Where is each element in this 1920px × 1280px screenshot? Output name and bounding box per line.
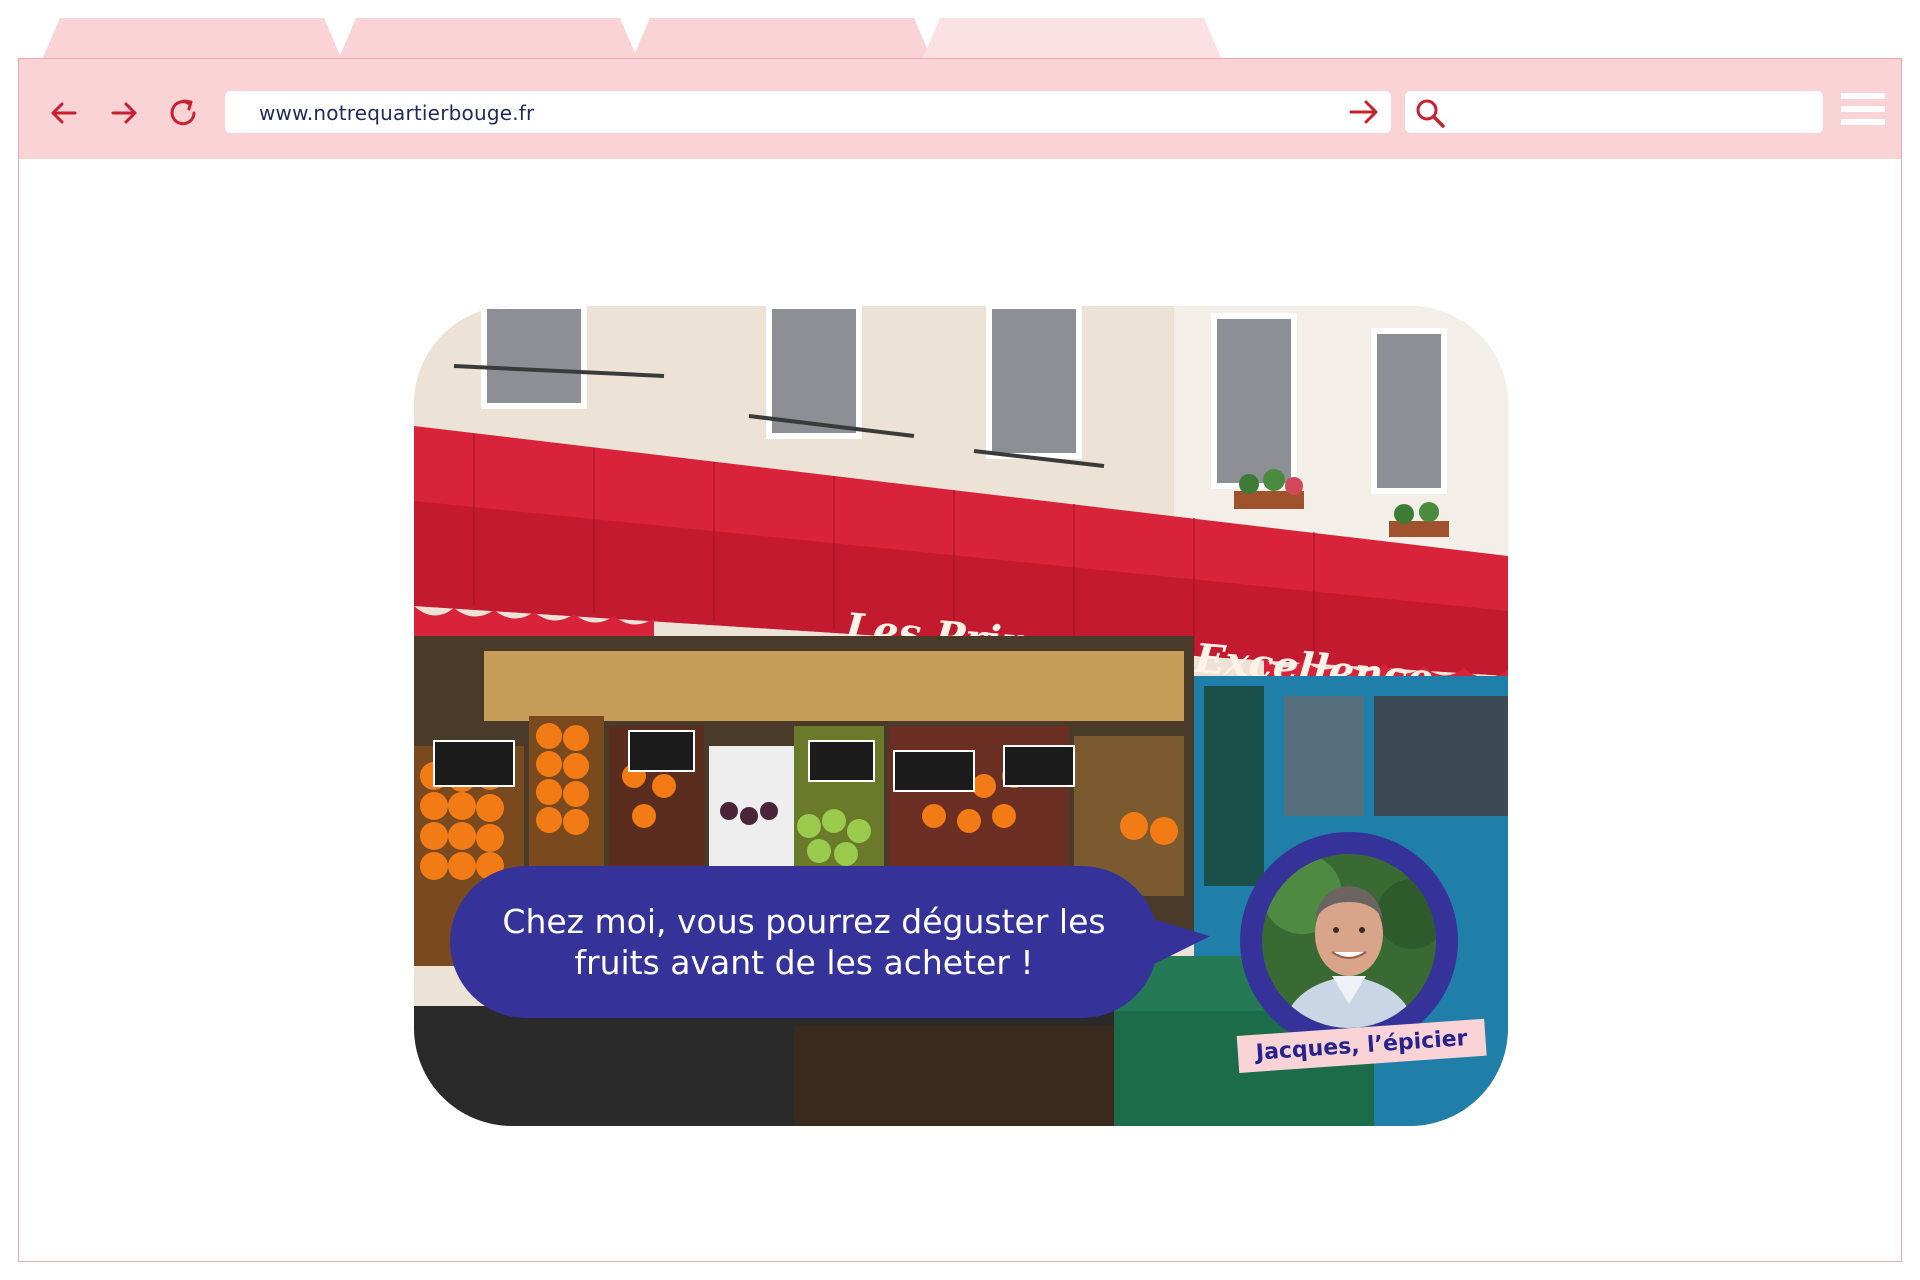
- browser-tab-3[interactable]: [632, 18, 932, 60]
- url-text[interactable]: www.notrequartierbouge.fr: [259, 101, 534, 125]
- avatar: [1262, 854, 1436, 1028]
- forward-arrow-icon[interactable]: [103, 93, 143, 133]
- browser-toolbar: www.notrequartierbouge.fr: [19, 59, 1901, 159]
- reload-icon[interactable]: [163, 93, 203, 133]
- search-icon[interactable]: [1413, 96, 1447, 130]
- browser-tab-2[interactable]: [338, 18, 638, 60]
- menu-icon[interactable]: [1841, 93, 1885, 133]
- address-bar[interactable]: www.notrequartierbouge.fr: [225, 91, 1391, 133]
- browser-tab-active[interactable]: [922, 18, 1222, 60]
- back-arrow-icon[interactable]: [45, 93, 85, 133]
- browser-tab-1[interactable]: [42, 18, 342, 60]
- quote-text: Chez moi, vous pourrez déguster les frui…: [502, 902, 1106, 982]
- speech-bubble: Chez moi, vous pourrez déguster les frui…: [450, 866, 1158, 1018]
- search-input[interactable]: [1405, 91, 1823, 133]
- avatar-frame: [1240, 832, 1458, 1050]
- go-arrow-icon[interactable]: [1347, 96, 1381, 128]
